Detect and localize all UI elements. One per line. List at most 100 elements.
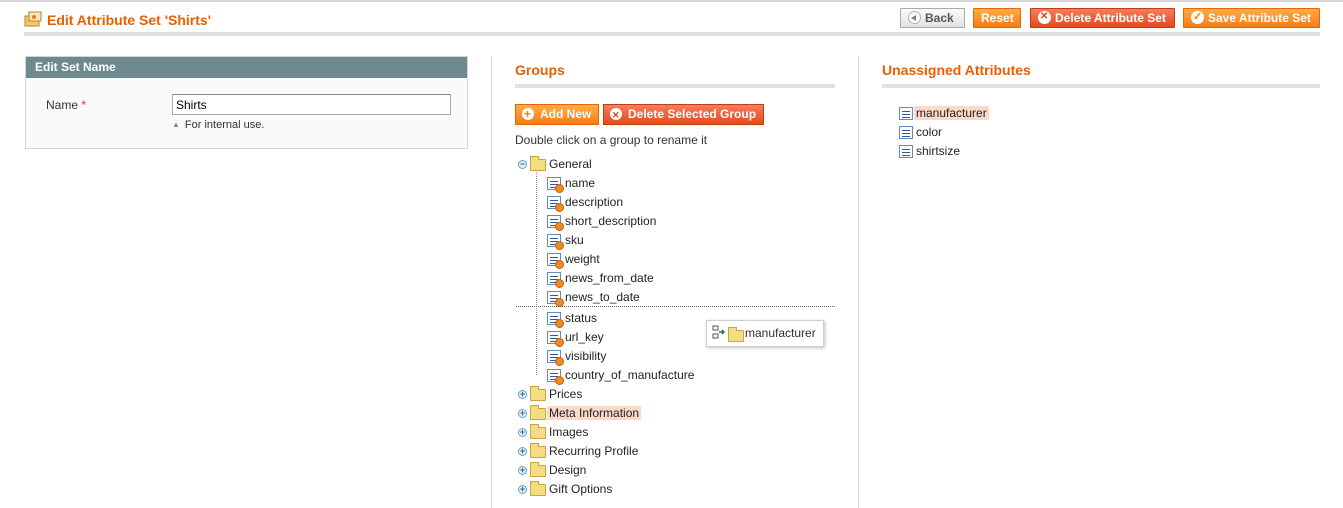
name-note: For internal use. <box>172 119 264 131</box>
delete-icon <box>1038 8 1051 26</box>
unassigned-attribute-label: manufacturer <box>914 106 989 120</box>
attribute-node[interactable]: status <box>547 309 599 328</box>
attribute-icon <box>547 215 564 231</box>
back-arrow-icon <box>908 11 921 24</box>
group-node[interactable]: + Prices <box>518 385 584 403</box>
folder-icon <box>530 424 546 439</box>
expand-icon[interactable]: + <box>518 485 527 494</box>
delete-attribute-set-button[interactable]: Delete Attribute Set <box>1030 8 1175 28</box>
groups-title: Groups <box>515 62 835 88</box>
unassigned-attribute-label: color <box>916 125 943 139</box>
delete-attribute-set-label: Delete Attribute Set <box>1055 11 1166 25</box>
attribute-icon <box>547 291 564 307</box>
attribute-icon <box>547 312 564 328</box>
attribute-icon <box>899 126 913 139</box>
attribute-icon <box>547 331 564 347</box>
unassigned-attribute[interactable]: shirtsize <box>898 142 962 160</box>
group-label: Images <box>549 425 589 439</box>
save-attribute-set-button[interactable]: Save Attribute Set <box>1183 8 1320 28</box>
group-node[interactable]: + Recurring Profile <box>518 442 640 460</box>
group-label: Recurring Profile <box>549 444 639 458</box>
folder-icon <box>530 443 546 458</box>
group-node[interactable]: + Design <box>518 461 588 479</box>
group-node[interactable]: − General <box>518 155 594 173</box>
group-node[interactable]: + Meta Information <box>518 404 642 422</box>
group-label: Gift Options <box>549 482 613 496</box>
attribute-label: news_to_date <box>565 290 640 304</box>
attribute-label: status <box>565 311 598 325</box>
required-mark: * <box>81 98 87 112</box>
drag-ghost: manufacturer <box>706 320 824 347</box>
unassigned-attribute-label: shirtsize <box>916 144 961 158</box>
delete-icon <box>610 106 622 125</box>
attribute-icon <box>547 369 564 385</box>
unassigned-attribute[interactable]: color <box>898 123 944 141</box>
attribute-label: short_description <box>565 214 657 228</box>
expand-icon[interactable]: + <box>518 409 527 418</box>
page-title: Edit Attribute Set 'Shirts' <box>47 12 212 28</box>
attribute-node[interactable]: url_key <box>547 328 606 347</box>
drag-move-icon <box>712 325 726 339</box>
add-new-group-button[interactable]: Add New <box>515 104 599 125</box>
attribute-icon <box>547 350 564 366</box>
column-divider-right <box>858 56 859 508</box>
folder-icon <box>530 481 546 496</box>
attribute-icon <box>899 107 913 120</box>
page-header: Edit Attribute Set 'Shirts' Back Reset D… <box>24 6 1320 36</box>
expand-icon[interactable]: + <box>518 466 527 475</box>
attribute-node[interactable]: news_to_date <box>547 288 642 307</box>
attribute-label: sku <box>565 233 584 247</box>
back-button[interactable]: Back <box>900 8 965 28</box>
folder-icon <box>530 156 546 171</box>
delete-selected-group-button[interactable]: Delete Selected Group <box>603 104 764 125</box>
attribute-icon <box>547 234 564 250</box>
column-divider-left <box>491 56 492 508</box>
edit-set-name-panel: Edit Set Name Name * For internal use. <box>25 56 468 149</box>
drag-ghost-label: manufacturer <box>745 326 816 340</box>
collapse-icon[interactable]: − <box>518 160 527 169</box>
attribute-node[interactable]: weight <box>547 250 602 269</box>
expand-icon[interactable]: + <box>518 428 527 437</box>
expand-icon[interactable]: + <box>518 447 527 456</box>
reset-button-label: Reset <box>981 11 1014 25</box>
name-input[interactable] <box>172 94 451 115</box>
delete-selected-group-label: Delete Selected Group <box>628 107 757 121</box>
group-label: Prices <box>549 387 583 401</box>
add-new-label: Add New <box>540 107 592 121</box>
expand-icon[interactable]: + <box>518 390 527 399</box>
group-label: Meta Information <box>547 406 642 420</box>
save-check-icon <box>1191 8 1204 26</box>
add-icon <box>522 105 534 124</box>
unassigned-title: Unassigned Attributes <box>882 62 1320 88</box>
attribute-node[interactable]: country_of_manufacture <box>547 366 696 385</box>
attribute-label: url_key <box>565 330 604 344</box>
attribute-node[interactable]: visibility <box>547 347 608 366</box>
attribute-node[interactable]: news_from_date <box>547 269 656 288</box>
attribute-node[interactable]: name <box>547 174 597 193</box>
folder-icon <box>728 327 744 342</box>
group-node[interactable]: + Images <box>518 423 590 441</box>
folder-icon <box>530 462 546 477</box>
folder-icon <box>530 405 546 420</box>
unassigned-attribute[interactable]: manufacturer <box>898 104 989 122</box>
attribute-node[interactable]: sku <box>547 231 586 250</box>
group-label: Design <box>549 463 587 477</box>
attribute-label: weight <box>565 252 600 266</box>
reset-button[interactable]: Reset <box>973 8 1021 28</box>
folder-icon <box>530 386 546 401</box>
attribute-label: description <box>565 195 624 209</box>
panel-title: Edit Set Name <box>26 57 467 78</box>
back-button-label: Back <box>925 11 954 25</box>
attribute-label: country_of_manufacture <box>565 368 695 382</box>
name-label: Name * <box>46 98 86 112</box>
groups-hint: Double click on a group to rename it <box>515 133 708 147</box>
group-node[interactable]: + Gift Options <box>518 480 614 498</box>
attribute-node[interactable]: description <box>547 193 625 212</box>
attribute-icon <box>547 196 564 212</box>
top-border <box>0 0 1343 2</box>
drop-indicator <box>516 306 835 307</box>
group-label: General <box>549 157 592 171</box>
save-attribute-set-label: Save Attribute Set <box>1208 11 1311 25</box>
attribute-node[interactable]: short_description <box>547 212 658 231</box>
tree-connector <box>536 172 537 375</box>
